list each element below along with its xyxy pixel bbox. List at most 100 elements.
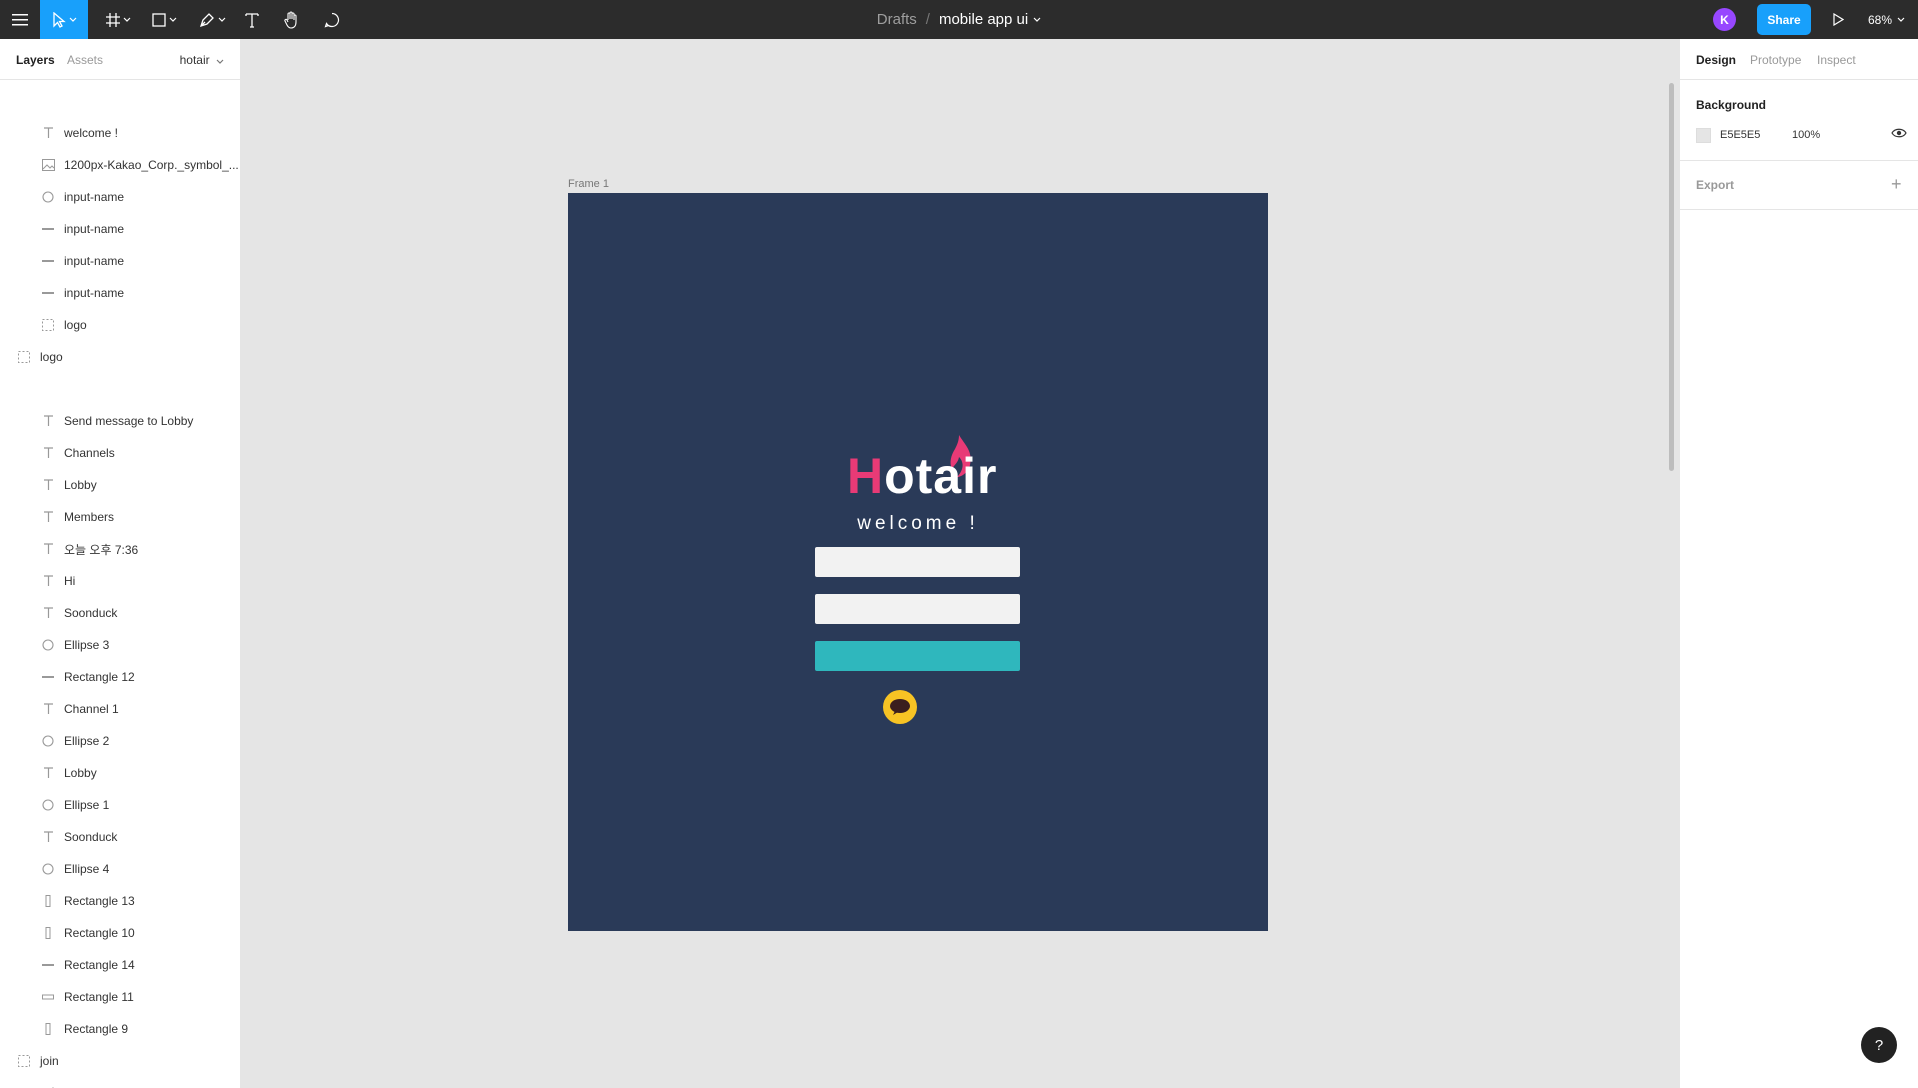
line-icon (40, 669, 56, 685)
input-name-field[interactable] (815, 547, 1020, 577)
image-icon (40, 157, 56, 173)
group-icon (16, 1053, 32, 1069)
text-icon (40, 125, 56, 141)
layer-name: Channel 1 (64, 702, 119, 716)
eye-icon[interactable] (1891, 127, 1907, 139)
rectangle-icon (40, 925, 56, 941)
breadcrumb-separator: / (925, 11, 930, 28)
layer-row[interactable]: Ellipse 2 (0, 725, 240, 757)
layer-name: Members (64, 510, 115, 524)
layer-row[interactable]: Lobby (0, 469, 240, 501)
text-icon (40, 573, 56, 589)
layer-name: 1200px-Kakao_Corp._symbol_... (64, 158, 239, 172)
layer-row[interactable]: logo (0, 309, 240, 341)
input-name-field[interactable] (815, 594, 1020, 624)
text-icon (40, 477, 56, 493)
text-icon (40, 445, 56, 461)
layer-row[interactable]: Lobby (0, 757, 240, 789)
left-panel-tabs: Layers Assets hotair (0, 39, 240, 80)
layer-row[interactable]: logo (0, 341, 240, 373)
text-icon (40, 765, 56, 781)
ellipse-icon (40, 189, 56, 205)
tab-layers[interactable]: Layers (16, 53, 55, 67)
chevron-down-icon[interactable] (1033, 17, 1041, 22)
layer-row[interactable]: Channel 1 (0, 693, 240, 725)
layer-row[interactable]: Members (0, 501, 240, 533)
layer-row[interactable]: input-name (0, 181, 240, 213)
avatar[interactable]: K (1713, 8, 1736, 31)
layer-row[interactable]: Ellipse 1 (0, 789, 240, 821)
zoom-dropdown[interactable]: 68% (1868, 0, 1905, 39)
welcome-text: welcome ! (857, 513, 979, 534)
layer-name: Ellipse 3 (64, 638, 110, 652)
ellipse-icon (40, 637, 56, 653)
layer-row[interactable]: Rectangle 14 (0, 949, 240, 981)
layer-row[interactable]: Soonduck (0, 821, 240, 853)
layer-name: input-name (64, 254, 125, 268)
layer-name: Rectangle 10 (64, 926, 135, 940)
layer-row[interactable]: Soonduck (0, 597, 240, 629)
layer-row[interactable]: input-name (0, 245, 240, 277)
layer-row[interactable]: Polygon 1 (0, 1077, 240, 1088)
layer-row[interactable]: welcome ! (0, 117, 240, 149)
layer-row[interactable]: Rectangle 13 (0, 885, 240, 917)
layer-name: input-name (64, 286, 125, 300)
present-button[interactable] (1828, 9, 1848, 29)
layer-row[interactable]: Hi (0, 565, 240, 597)
tab-inspect[interactable]: Inspect (1817, 53, 1856, 67)
layer-name: Soonduck (64, 606, 118, 620)
layer-row[interactable]: Rectangle 9 (0, 1013, 240, 1045)
layer-name: join (40, 1054, 59, 1068)
line-icon (40, 957, 56, 973)
play-icon (1832, 12, 1844, 26)
layer-row[interactable]: Rectangle 12 (0, 661, 240, 693)
layer-name: Lobby (64, 478, 97, 492)
layer-row[interactable]: Ellipse 3 (0, 629, 240, 661)
tab-assets[interactable]: Assets (67, 53, 103, 67)
breadcrumb-drafts[interactable]: Drafts (877, 11, 917, 28)
group-icon (16, 349, 32, 365)
text-icon (40, 413, 56, 429)
background-hex[interactable]: E5E5E5 (1720, 129, 1760, 141)
kakao-login-button[interactable] (883, 690, 917, 724)
add-export-icon[interactable]: + (1891, 175, 1902, 193)
help-button[interactable]: ? (1861, 1027, 1897, 1063)
vertical-scrollbar[interactable] (1669, 83, 1674, 471)
layer-name: Rectangle 12 (64, 670, 135, 684)
file-name[interactable]: mobile app ui (939, 11, 1028, 28)
layer-row[interactable]: Rectangle 11 (0, 981, 240, 1013)
properties-panel: Design Prototype Inspect Background E5E5… (1679, 39, 1918, 1088)
layer-row[interactable]: Ellipse 4 (0, 853, 240, 885)
tab-prototype[interactable]: Prototype (1750, 53, 1801, 67)
layer-row[interactable]: input-name (0, 277, 240, 309)
text-icon (40, 509, 56, 525)
zoom-level: 68% (1868, 12, 1893, 27)
ellipse-icon (40, 797, 56, 813)
page-selector[interactable]: hotair (180, 53, 224, 67)
layer-row[interactable]: input-name (0, 213, 240, 245)
layer-row[interactable]: join (0, 1045, 240, 1077)
layer-row[interactable]: Rectangle 10 (0, 917, 240, 949)
layer-row[interactable]: Channels (0, 437, 240, 469)
layer-name: Rectangle 14 (64, 958, 135, 972)
background-color-swatch[interactable] (1696, 128, 1711, 143)
layer-name: 오늘 오후 7:36 (64, 542, 139, 557)
breadcrumb: Drafts / mobile app ui (0, 0, 1918, 39)
layer-name: Ellipse 1 (64, 798, 110, 812)
frame-label[interactable]: Frame 1 (568, 178, 609, 190)
layer-row[interactable]: Send message to Lobby (0, 405, 240, 437)
share-button[interactable]: Share (1757, 4, 1811, 35)
logo-rest: otair (884, 448, 998, 504)
chevron-down-icon (216, 59, 224, 64)
tab-design[interactable]: Design (1696, 53, 1736, 67)
frame-1[interactable]: Hotair welcome ! (568, 193, 1268, 931)
join-button[interactable] (815, 641, 1020, 671)
line-icon (40, 253, 56, 269)
layer-row[interactable]: 오늘 오후 7:36 (0, 533, 240, 565)
layer-row[interactable]: 1200px-Kakao_Corp._symbol_... (0, 149, 240, 181)
layer-name: Rectangle 9 (64, 1022, 129, 1036)
background-opacity[interactable]: 100% (1792, 129, 1820, 141)
canvas[interactable]: Frame 1 Hotair welcome ! (241, 39, 1679, 1088)
chevron-down-icon (1897, 17, 1905, 22)
layer-name: Rectangle 13 (64, 894, 135, 908)
